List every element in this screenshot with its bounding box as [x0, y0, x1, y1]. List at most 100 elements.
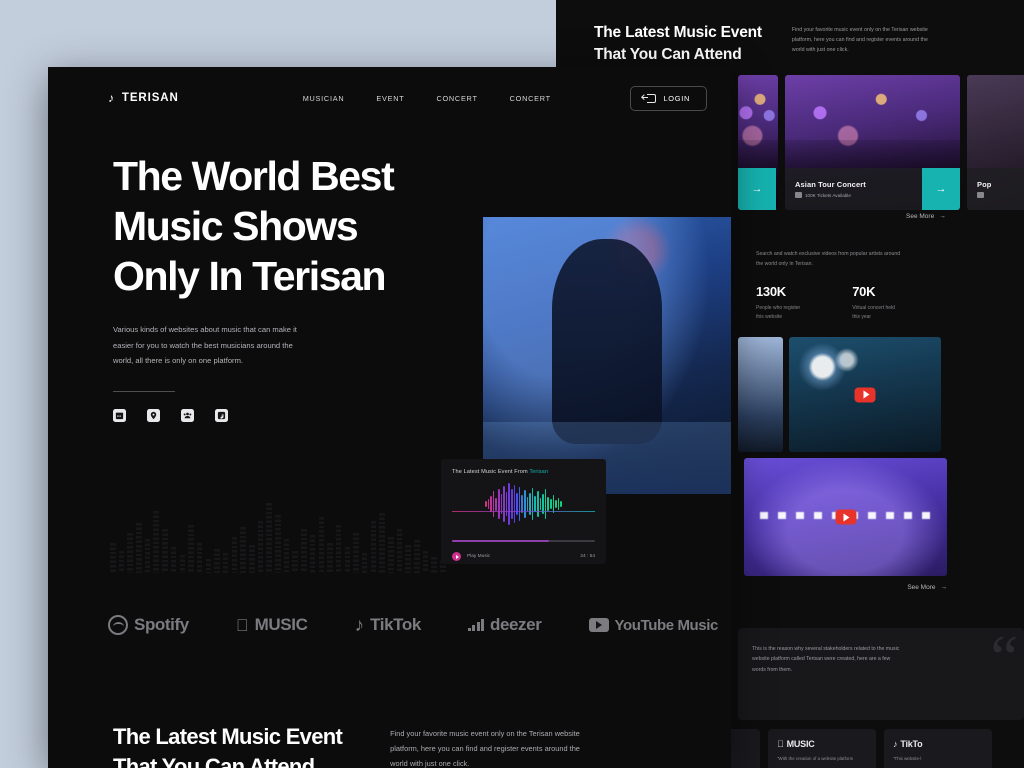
calendar-icon[interactable] [113, 409, 126, 422]
partner-logos-row: Spotify  MUSIC ♪ TikTok deezer YouTube … [108, 615, 718, 635]
stat-label: Virtual concert held this year [852, 304, 895, 322]
brand-card-label: TikTo [900, 739, 922, 749]
nav-link-concert-1[interactable]: CONCERT [436, 94, 477, 103]
tickets-icon [977, 192, 984, 198]
player-title-prefix: The Latest Music Event From [452, 469, 529, 475]
login-button[interactable]: LOGIN [630, 86, 708, 111]
section-title: The Latest Music Event That You Can Atte… [113, 722, 342, 768]
quote-mark-icon: “ [990, 634, 1018, 682]
latest-event-section: The Latest Music Event That You Can Atte… [113, 722, 608, 768]
logo-youtube-music[interactable]: YouTube Music [589, 617, 718, 634]
logo-label: Spotify [134, 615, 189, 635]
page-title: The World Best Music Shows Only In Teris… [113, 151, 731, 301]
event-card-pop[interactable]: Pop [967, 75, 1024, 210]
stats-row: 130K People who register this website 70… [756, 284, 986, 322]
music-note-icon[interactable] [215, 409, 228, 422]
login-arrow-icon [647, 94, 656, 103]
play-music-label: Play Music [467, 554, 490, 559]
location-pin-icon[interactable] [147, 409, 160, 422]
play-icon[interactable] [855, 387, 876, 402]
arrow-right-icon: → [939, 213, 946, 220]
event-card-meta [977, 192, 991, 198]
brand-logo[interactable]: ♪ TERISAN [108, 92, 179, 104]
video-row-bottom [738, 458, 947, 576]
section-description: Find your favorite music event only on t… [390, 722, 608, 768]
spotify-icon [108, 615, 128, 635]
stat-value: 70K [852, 284, 895, 299]
event-next-arrow-icon[interactable]: → [922, 168, 960, 210]
event-card-overlay: Pop [967, 168, 1024, 210]
brand-card-apple-music[interactable]:  MUSIC "With the creation of a website … [768, 729, 876, 768]
logo-label: YouTube Music [615, 617, 718, 634]
apple-icon:  [236, 617, 249, 634]
back-header-title: The Latest Music Event That You Can Atte… [594, 22, 762, 67]
event-card-title: Asian Tour Concert [795, 180, 866, 189]
logo-label: deezer [490, 615, 541, 635]
deezer-icon [468, 619, 484, 631]
video-gallery: See More → [738, 337, 947, 591]
tickets-icon [795, 192, 802, 198]
player-title-brand: Terisan [529, 469, 548, 475]
progress-fill [452, 540, 549, 542]
youtube-icon [589, 618, 609, 632]
nav-link-concert-2[interactable]: CONCERT [510, 94, 551, 103]
stat-label: People who register this website [756, 304, 800, 322]
waveform-baseline [452, 511, 595, 512]
people-group-icon[interactable] [181, 409, 194, 422]
event-card-meta-text: 100K Tickets Available [805, 193, 851, 198]
main-landing-panel: ♪ TERISAN MUSICIAN EVENT CONCERT CONCERT… [48, 67, 731, 768]
event-card-prev[interactable]: → [738, 75, 778, 210]
logo-tiktok[interactable]: ♪ TikTok [355, 615, 421, 635]
video-thumb-general-store[interactable] [789, 337, 941, 452]
testimonial-section: This is the reason why several stakehold… [738, 628, 1024, 768]
stat-item-register: 130K People who register this website [756, 284, 800, 322]
stats-lead-text: Search and watch exclusive videos from p… [756, 250, 986, 270]
event-prev-arrow-icon[interactable]: → [738, 168, 776, 210]
brand-card-quote: "With the creation of a website platform [777, 755, 867, 763]
video-row-top [738, 337, 947, 452]
logo-deezer[interactable]: deezer [468, 615, 541, 635]
logo-label: MUSIC [255, 615, 308, 635]
logo-label: TikTok [370, 615, 421, 635]
divider [113, 391, 175, 392]
stat-item-concerts: 70K Virtual concert held this year [852, 284, 895, 322]
see-more-videos-label: See More [907, 584, 935, 591]
progress-bar[interactable] [452, 540, 595, 542]
event-card-list: → Asian Tour Concert 100K Tickets Availa… [738, 75, 1024, 210]
logo-spotify[interactable]: Spotify [108, 615, 189, 635]
audio-player-card[interactable]: The Latest Music Event From Terisan [441, 459, 606, 564]
nav-link-musician[interactable]: MUSICIAN [303, 94, 345, 103]
login-button-label: LOGIN [664, 94, 691, 103]
top-navigation-bar: ♪ TERISAN MUSICIAN EVENT CONCERT CONCERT… [48, 67, 731, 129]
player-controls: Play Music 24 : 54 [452, 552, 595, 561]
player-time: 24 : 54 [580, 554, 595, 559]
music-note-icon: ♪ [108, 92, 115, 104]
see-more-videos-link[interactable]: See More → [738, 584, 947, 591]
logo-apple-music[interactable]:  MUSIC [236, 615, 308, 635]
tiktok-icon: ♪ [355, 616, 365, 635]
brand-logo-text: TERISAN [122, 92, 179, 104]
event-card-title: Pop [977, 180, 991, 189]
see-more-events-label: See More [906, 213, 934, 220]
video-thumb-side[interactable] [738, 337, 783, 452]
equalizer-decoration [110, 495, 446, 573]
video-thumb-singer[interactable] [744, 458, 947, 576]
arrow-right-icon: → [941, 584, 948, 591]
stats-section: Search and watch exclusive videos from p… [756, 250, 986, 322]
play-icon[interactable] [835, 510, 856, 525]
waveform [452, 481, 595, 527]
event-card-overlay: Asian Tour Concert 100K Tickets Availabl… [785, 168, 960, 210]
event-card-asian-tour[interactable]: Asian Tour Concert 100K Tickets Availabl… [785, 75, 960, 210]
brand-card-name:  MUSIC [777, 739, 867, 749]
hero-subtitle: Various kinds of websites about music th… [113, 322, 328, 369]
event-card-meta: 100K Tickets Available [795, 192, 866, 198]
player-title: The Latest Music Event From Terisan [452, 469, 595, 475]
brand-card-quote: "This website-l [893, 755, 983, 763]
see-more-events-link[interactable]: See More → [906, 213, 946, 220]
nav-link-event[interactable]: EVENT [376, 94, 404, 103]
play-icon[interactable] [452, 552, 461, 561]
brand-card-tiktok[interactable]: ♪ TikTo "This website-l [884, 729, 992, 768]
testimonial-intro-box: This is the reason why several stakehold… [738, 628, 1024, 720]
screenshot-stage: The Latest Music Event That You Can Atte… [0, 0, 1024, 768]
back-panel-header: The Latest Music Event That You Can Atte… [556, 0, 1024, 67]
